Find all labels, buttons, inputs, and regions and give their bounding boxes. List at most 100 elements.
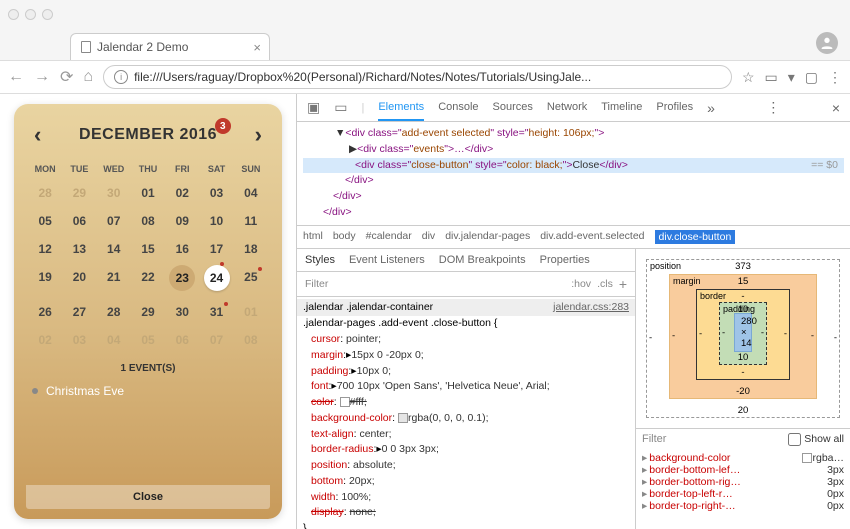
calendar-day[interactable]: 06 (165, 333, 199, 347)
computed-property[interactable]: ▸background-colorrgba… (642, 452, 844, 464)
more-tabs-icon[interactable]: » (707, 100, 715, 116)
devtools-tab[interactable]: Profiles (656, 101, 693, 114)
calendar-day[interactable]: 28 (28, 186, 62, 200)
breadcrumb-item[interactable]: html (303, 230, 323, 244)
css-declaration[interactable]: margin:▸15px 0 -20px 0; (297, 348, 635, 364)
user-avatar-icon[interactable] (816, 32, 838, 54)
window-min-dot[interactable] (25, 9, 36, 20)
computed-property[interactable]: ▸border-bottom-rig…3px (642, 476, 844, 488)
show-all-checkbox[interactable]: Show all (788, 433, 844, 446)
inspect-icon[interactable]: ▣ (307, 99, 320, 116)
calendar-day[interactable]: 06 (62, 214, 96, 228)
devtools-tab[interactable]: Elements (378, 101, 424, 121)
breadcrumb-item[interactable]: div.close-button (655, 230, 736, 244)
css-declaration[interactable]: text-align: center; (297, 427, 635, 443)
css-declaration[interactable]: cursor: pointer; (297, 332, 635, 348)
calendar-day[interactable]: 04 (97, 333, 131, 347)
calendar-day[interactable]: 13 (62, 242, 96, 256)
breadcrumb-item[interactable]: body (333, 230, 356, 244)
calendar-day[interactable]: 31 (199, 305, 233, 319)
calendar-day[interactable]: 05 (131, 333, 165, 347)
address-bar[interactable]: i file:///Users/raguay/Dropbox%20(Person… (103, 65, 732, 89)
css-declaration[interactable]: padding:▸10px 0; (297, 364, 635, 380)
calendar-day[interactable]: 10 (199, 214, 233, 228)
calendar-day[interactable]: 29 (131, 305, 165, 319)
calendar-day[interactable]: 05 (28, 214, 62, 228)
calendar-day[interactable]: 07 (97, 214, 131, 228)
extension-icon[interactable]: ▭ (765, 69, 778, 86)
computed-properties[interactable]: ▸background-colorrgba…▸border-bottom-lef… (636, 450, 850, 514)
cast-icon[interactable]: ▢ (805, 69, 818, 86)
home-button[interactable]: ⌂ (83, 68, 93, 86)
reload-button[interactable]: ⟳ (60, 67, 73, 87)
devtools-tab[interactable]: Network (547, 101, 587, 114)
css-declaration[interactable]: display: none; (297, 505, 635, 521)
calendar-day[interactable]: 04 (234, 186, 268, 200)
calendar-day[interactable]: 22 (131, 270, 165, 291)
breadcrumb-item[interactable]: div.jalendar-pages (445, 230, 530, 244)
calendar-day[interactable]: 09 (165, 214, 199, 228)
calendar-day[interactable]: 12 (28, 242, 62, 256)
css-declaration[interactable]: font:▸700 10px 'Open Sans', 'Helvetica N… (297, 379, 635, 395)
add-rule-button[interactable]: + (619, 276, 627, 292)
menu-icon[interactable]: ⋮ (828, 69, 842, 86)
devtools-tab[interactable]: Console (438, 101, 478, 114)
elements-tree[interactable]: ▼<div class="add-event selected" style="… (297, 122, 850, 225)
calendar-day[interactable]: 07 (199, 333, 233, 347)
styles-subtab[interactable]: Properties (540, 254, 590, 266)
calendar-day[interactable]: 20 (62, 270, 96, 291)
calendar-day[interactable]: 11 (234, 214, 268, 228)
pocket-icon[interactable]: ▾ (788, 69, 795, 86)
back-button[interactable]: ← (8, 68, 24, 86)
calendar-day[interactable]: 25 (234, 270, 268, 291)
close-button[interactable]: Close (26, 485, 270, 509)
calendar-day[interactable]: 08 (234, 333, 268, 347)
window-close-dot[interactable] (8, 9, 19, 20)
calendar-day[interactable]: 24 (204, 265, 230, 291)
devtools-tab[interactable]: Sources (493, 101, 533, 114)
calendar-day[interactable]: 26 (28, 305, 62, 319)
calendar-day[interactable]: 18 (234, 242, 268, 256)
css-declaration[interactable]: position: absolute; (297, 458, 635, 474)
close-icon[interactable]: × (253, 40, 261, 55)
calendar-day[interactable]: 29 (62, 186, 96, 200)
prev-month-button[interactable]: ‹ (34, 122, 41, 148)
window-max-dot[interactable] (42, 9, 53, 20)
site-info-icon[interactable]: i (114, 70, 128, 84)
calendar-day[interactable]: 02 (165, 186, 199, 200)
calendar-day[interactable]: 28 (97, 305, 131, 319)
styles-subtabs[interactable]: StylesEvent ListenersDOM BreakpointsProp… (297, 249, 635, 272)
calendar-day[interactable]: 16 (165, 242, 199, 256)
calendar-day[interactable]: 01 (131, 186, 165, 200)
styles-subtab[interactable]: DOM Breakpoints (439, 254, 526, 266)
styles-filter-input[interactable]: Filter (305, 278, 328, 290)
calendar-day[interactable]: 17 (199, 242, 233, 256)
computed-property[interactable]: ▸border-bottom-lef…3px (642, 464, 844, 476)
computed-filter-input[interactable]: Filter (642, 433, 666, 445)
elements-breadcrumb[interactable]: htmlbody#calendardivdiv.jalendar-pagesdi… (297, 225, 850, 249)
devtools-tab[interactable]: Timeline (601, 101, 642, 114)
calendar-day[interactable]: 30 (97, 186, 131, 200)
calendar-day[interactable]: 30 (165, 305, 199, 319)
computed-property[interactable]: ▸border-top-right-…0px (642, 500, 844, 512)
forward-button[interactable]: → (34, 68, 50, 86)
event-list-item[interactable]: Christmas Eve (28, 378, 268, 404)
calendar-day[interactable]: 03 (199, 186, 233, 200)
calendar-day[interactable]: 01 (234, 305, 268, 319)
calendar-day[interactable]: 08 (131, 214, 165, 228)
calendar-day[interactable]: 19 (28, 270, 62, 291)
star-icon[interactable]: ☆ (742, 69, 755, 86)
computed-property[interactable]: ▸border-top-left-r…0px (642, 488, 844, 500)
cls-toggle[interactable]: .cls (597, 278, 613, 290)
device-icon[interactable]: ▭ (334, 99, 347, 116)
css-declaration[interactable]: border-radius:▸0 0 3px 3px; (297, 442, 635, 458)
styles-subtab[interactable]: Event Listeners (349, 254, 425, 266)
css-source-link[interactable]: jalendar.css:283 (553, 300, 629, 316)
calendar-day[interactable]: 27 (62, 305, 96, 319)
css-declaration[interactable]: bottom: 20px; (297, 474, 635, 490)
browser-tab[interactable]: Jalendar 2 Demo × (70, 33, 270, 60)
css-declaration[interactable]: width: 100%; (297, 490, 635, 506)
calendar-day[interactable]: 14 (97, 242, 131, 256)
calendar-day[interactable]: 23 (169, 265, 195, 291)
box-model-diagram[interactable]: position 373 - - 20 margin 15 - - (636, 249, 850, 428)
